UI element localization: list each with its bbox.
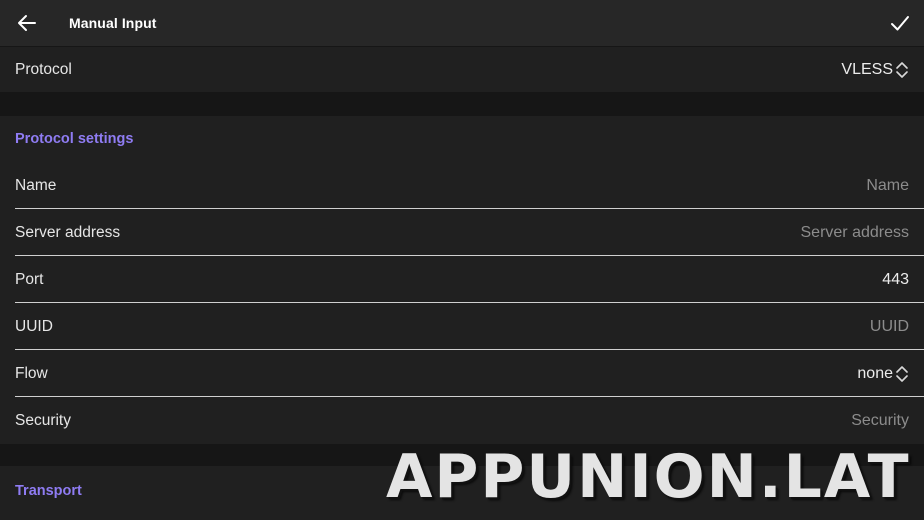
protocol-label: Protocol	[15, 60, 72, 78]
name-label: Name	[15, 176, 57, 194]
uuid-row[interactable]: UUID UUID	[15, 303, 909, 350]
flow-value: none	[857, 364, 893, 382]
arrow-left-icon[interactable]	[17, 13, 37, 33]
top-app-bar: Manual Input	[0, 0, 924, 46]
server-address-input[interactable]: Server address	[801, 224, 910, 242]
server-address-row[interactable]: Server address Server address	[15, 209, 909, 256]
security-label: Security	[15, 411, 71, 429]
name-row[interactable]: Name Name	[15, 162, 909, 209]
security-row[interactable]: Security Security	[15, 397, 909, 444]
unfold-icon	[896, 61, 908, 78]
security-input[interactable]: Security	[851, 412, 909, 430]
protocol-select[interactable]: VLESS	[841, 60, 909, 80]
name-input[interactable]: Name	[866, 177, 909, 195]
protocol-card: Protocol VLESS	[0, 47, 924, 92]
flow-label: Flow	[15, 364, 48, 382]
protocol-row[interactable]: Protocol VLESS	[15, 47, 909, 92]
manual-input-screen: Manual Input Protocol VLESS Protocol set…	[0, 0, 924, 520]
check-icon[interactable]	[890, 13, 910, 33]
section-header-protocol-settings: Protocol settings	[15, 131, 134, 147]
protocol-settings-card: Protocol settings Name Name Server addre…	[0, 116, 924, 444]
uuid-input[interactable]: UUID	[870, 318, 909, 336]
port-input[interactable]: 443	[882, 271, 909, 289]
flow-select[interactable]: none	[857, 364, 909, 384]
protocol-value: VLESS	[841, 60, 893, 78]
flow-row[interactable]: Flow none	[15, 350, 909, 397]
server-address-label: Server address	[15, 223, 121, 241]
page-title: Manual Input	[69, 15, 157, 31]
section-header-transport: Transport	[15, 483, 82, 499]
unfold-icon	[896, 365, 908, 382]
watermark-text: APPUNION.LAT	[386, 442, 911, 512]
port-row[interactable]: Port 443	[15, 256, 909, 303]
uuid-label: UUID	[15, 317, 53, 335]
port-label: Port	[15, 270, 44, 288]
